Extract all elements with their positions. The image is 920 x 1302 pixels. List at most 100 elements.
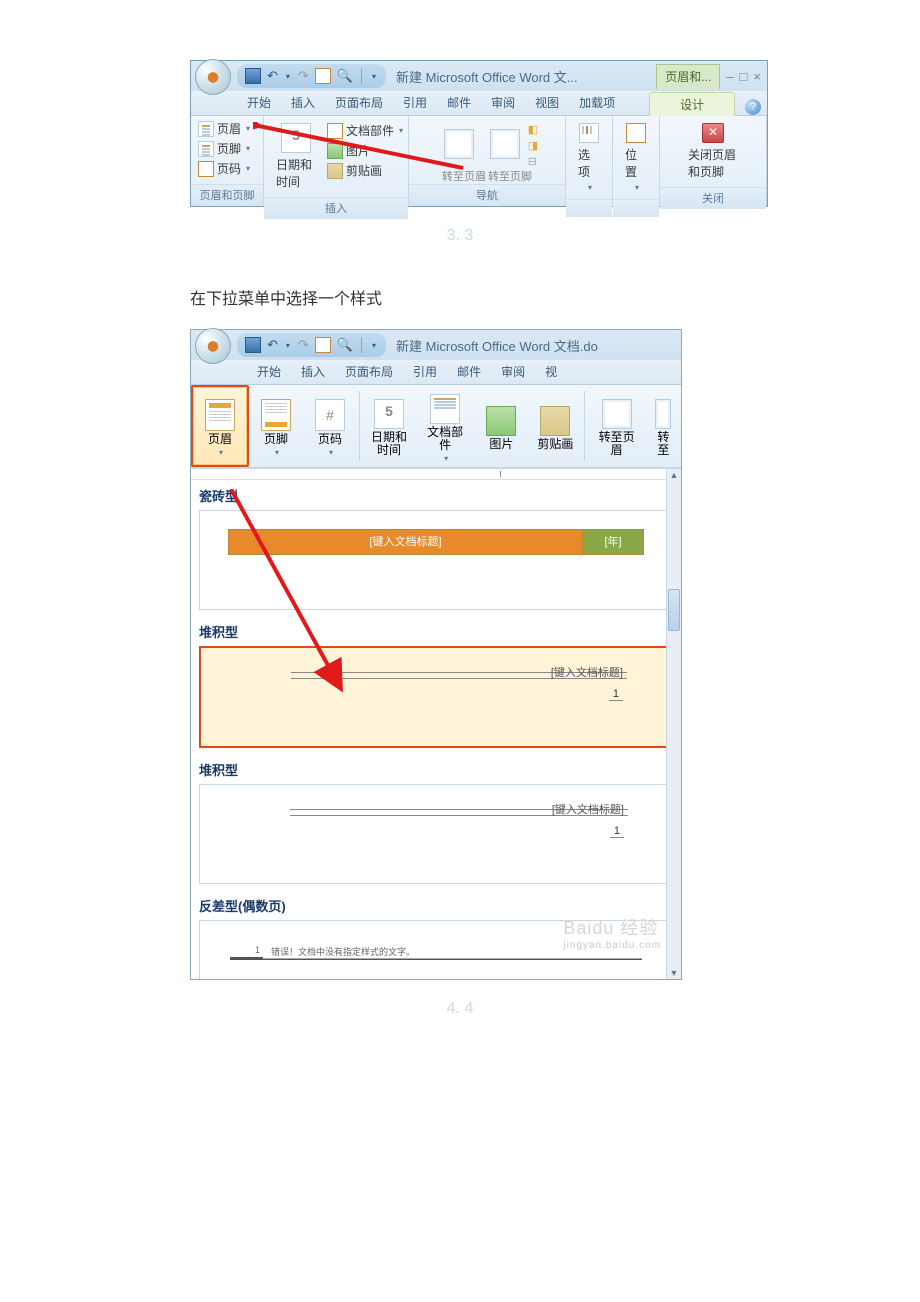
quick-parts-button[interactable]: 文档部件 ▾: [324, 121, 406, 140]
chevron-down-icon: ▾: [246, 124, 250, 133]
page-number-button[interactable]: 页码 ▾: [195, 159, 253, 178]
date-time-button[interactable]: 日期和时间: [362, 385, 416, 467]
picture-icon: [327, 143, 343, 159]
tab-view[interactable]: 视图: [525, 91, 569, 115]
preview-icon[interactable]: 🔍: [337, 338, 353, 352]
minimize-button[interactable]: –: [726, 69, 733, 84]
tab-references[interactable]: 引用: [403, 360, 447, 384]
screenshot-1-word-ribbon: ⬤ ↶ ▾ ↷ 🔍 ▾ 新建 Microsoft Office Word 文..…: [190, 60, 768, 207]
qat-customize-icon[interactable]: ▾: [370, 341, 378, 350]
document-title: 新建 Microsoft Office Word 文...: [396, 67, 656, 86]
gallery-item-stacks-selected[interactable]: [键入文档标题] 1: [199, 646, 673, 748]
title-bar: ⬤ ↶ ▾ ↷ 🔍 ▾ 新建 Microsoft Office Word 文档.…: [191, 330, 681, 360]
preview-icon[interactable]: 🔍: [337, 69, 353, 83]
goto-footer-button[interactable]: [482, 119, 528, 163]
save-icon[interactable]: [245, 337, 261, 353]
tab-addins[interactable]: 加载项: [569, 91, 625, 115]
quick-parts-button[interactable]: 文档部件 ▾: [416, 385, 474, 467]
title-bar: ⬤ ↶ ▾ ↷ 🔍 ▾ 新建 Microsoft Office Word 文..…: [191, 61, 767, 91]
scroll-down-icon[interactable]: ▼: [667, 967, 681, 979]
screenshot-2-header-gallery: ⬤ ↶ ▾ ↷ 🔍 ▾ 新建 Microsoft Office Word 文档.…: [190, 329, 682, 980]
gallery-section-tiles: 瓷砖型: [191, 480, 681, 508]
picture-button[interactable]: 图片: [324, 141, 406, 160]
office-button[interactable]: ⬤: [195, 59, 231, 95]
tab-references[interactable]: 引用: [393, 91, 437, 115]
clipart-button[interactable]: 剪贴画: [324, 161, 406, 180]
chevron-down-icon: ▾: [588, 183, 592, 192]
chevron-down-icon: ▾: [219, 448, 223, 457]
group-label-header-footer: 页眉和页脚: [191, 184, 263, 206]
tab-insert[interactable]: 插入: [291, 360, 335, 384]
save-icon[interactable]: [245, 68, 261, 84]
goto-footer-icon: [490, 129, 520, 159]
tab-page-layout[interactable]: 页面布局: [335, 360, 403, 384]
gallery-item-tiles[interactable]: [键入文档标题] [年]: [199, 510, 673, 610]
clipart-icon: [540, 406, 570, 436]
link-previous-icon[interactable]: ⊟: [528, 155, 538, 168]
placeholder-year: [年]: [582, 530, 643, 554]
page-number-button[interactable]: # 页码 ▾: [303, 385, 357, 467]
goto-footer-button-cut[interactable]: 转至: [646, 385, 681, 467]
undo-icon[interactable]: ↶: [267, 338, 278, 352]
close-header-footer-button[interactable]: ✕ 关闭页眉和页脚: [680, 119, 746, 184]
next-section-icon[interactable]: ◨: [528, 139, 538, 152]
undo-dropdown-icon[interactable]: ▾: [284, 341, 292, 350]
footer-icon: [261, 399, 291, 431]
picture-button[interactable]: 图片: [474, 385, 528, 467]
help-icon[interactable]: ?: [745, 99, 761, 115]
group-label-close: 关闭: [660, 187, 766, 209]
tab-mailings[interactable]: 邮件: [437, 91, 481, 115]
goto-header-icon: [444, 129, 474, 159]
clipart-icon: [327, 163, 343, 179]
close-window-button[interactable]: ×: [753, 69, 761, 84]
new-doc-icon[interactable]: [315, 337, 331, 353]
header-button[interactable]: 页眉 ▾: [195, 119, 253, 138]
undo-dropdown-icon[interactable]: ▾: [284, 72, 292, 81]
scroll-up-icon[interactable]: ▲: [667, 469, 681, 481]
ribbon-tabs: 开始 插入 页面布局 引用 邮件 审阅 视图 加载项 设计 ?: [191, 91, 767, 116]
office-button[interactable]: ⬤: [195, 328, 231, 364]
gallery-section-stacks: 堆积型: [191, 616, 681, 644]
goto-header-icon: [602, 399, 632, 429]
date-time-button[interactable]: 日期和时间: [268, 119, 324, 194]
tab-mailings[interactable]: 邮件: [447, 360, 491, 384]
chevron-down-icon: ▾: [275, 448, 279, 457]
footer-button[interactable]: 页脚 ▾: [195, 139, 253, 158]
tab-review[interactable]: 审阅: [491, 360, 535, 384]
scroll-thumb[interactable]: [668, 589, 680, 631]
options-button[interactable]: 选项 ▾: [570, 119, 608, 196]
tab-design[interactable]: 设计: [649, 92, 735, 116]
tab-review[interactable]: 审阅: [481, 91, 525, 115]
tab-home[interactable]: 开始: [237, 91, 281, 115]
gallery-scrollbar[interactable]: ▲ ▼: [666, 469, 681, 979]
placeholder-title: [键入文档标题]: [551, 664, 623, 680]
tab-insert[interactable]: 插入: [281, 91, 325, 115]
calendar-icon: [374, 399, 404, 429]
goto-header-button[interactable]: [436, 119, 482, 163]
clipart-button[interactable]: 剪贴画: [528, 385, 582, 467]
header-gallery-button[interactable]: 页眉 ▾: [191, 385, 249, 467]
gallery-item-stacks-2[interactable]: [键入文档标题] 1: [199, 784, 673, 884]
goto-header-button[interactable]: 转至页眉: [587, 385, 645, 467]
footer-gallery-button[interactable]: 页脚 ▾: [249, 385, 303, 467]
new-doc-icon[interactable]: [315, 68, 331, 84]
redo-icon[interactable]: ↷: [298, 69, 309, 83]
qat-separator: [361, 68, 362, 84]
tab-home[interactable]: 开始: [247, 360, 291, 384]
tab-page-layout[interactable]: 页面布局: [325, 91, 393, 115]
prev-section-icon[interactable]: ◧: [528, 123, 538, 136]
ribbon-design: 页眉 ▾ 页脚 ▾ # 页码 ▾ 日期和时间 文档部件 ▾: [191, 385, 681, 468]
page-number-icon: [198, 161, 214, 177]
tab-view-cut[interactable]: 视: [535, 360, 567, 384]
maximize-button[interactable]: □: [740, 69, 748, 84]
page-number-icon: #: [315, 399, 345, 431]
placeholder-page-num: 1: [610, 825, 624, 838]
quick-access-toolbar: ↶ ▾ ↷ 🔍 ▾: [237, 64, 386, 88]
qat-customize-icon[interactable]: ▾: [370, 72, 378, 81]
position-button[interactable]: 位置 ▾: [617, 119, 655, 196]
undo-icon[interactable]: ↶: [267, 69, 278, 83]
gallery-section-stacks-2: 堆积型: [191, 754, 681, 782]
group-label-insert: 插入: [264, 197, 408, 219]
header-icon: [205, 399, 235, 431]
redo-icon[interactable]: ↷: [298, 338, 309, 352]
